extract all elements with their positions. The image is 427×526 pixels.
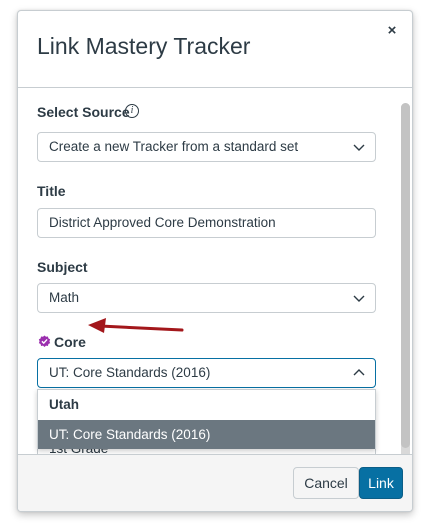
select-source-value: Create a new Tracker from a standard set	[49, 139, 299, 154]
select-source-select[interactable]: Create a new Tracker from a standard set	[37, 132, 376, 162]
subject-label: Subject	[37, 259, 88, 275]
scrollbar-thumb[interactable]	[401, 103, 410, 448]
select-source-label: Select Source	[37, 104, 130, 120]
title-input[interactable]: District Approved Core Demonstration	[37, 208, 376, 238]
link-button[interactable]: Link	[359, 467, 403, 499]
modal-footer: Cancel Link	[18, 454, 412, 511]
subject-select[interactable]: Math	[37, 283, 376, 313]
modal-header: Link Mastery Tracker ×	[18, 11, 412, 88]
core-label: Core	[54, 334, 86, 350]
chevron-up-icon	[353, 369, 365, 376]
info-icon[interactable]: i	[125, 104, 139, 118]
chevron-down-icon	[353, 144, 365, 151]
close-icon[interactable]: ×	[382, 21, 402, 41]
dropdown-group-label: Utah	[49, 397, 79, 412]
core-dropdown-menu: Utah UT: Core Standards (2016)	[37, 389, 376, 449]
core-value: UT: Core Standards (2016)	[49, 365, 211, 380]
modal-title: Link Mastery Tracker	[37, 33, 251, 59]
title-label: Title	[37, 183, 66, 199]
title-input-value: District Approved Core Demonstration	[49, 215, 276, 230]
annotation-arrow-icon	[88, 318, 184, 333]
cancel-button[interactable]: Cancel	[293, 467, 359, 499]
core-select[interactable]: UT: Core Standards (2016)	[37, 358, 376, 388]
dropdown-option-selected[interactable]: UT: Core Standards (2016)	[38, 420, 375, 449]
modal-body: Select Source i Create a new Tracker fro…	[18, 88, 412, 454]
subject-value: Math	[49, 290, 80, 305]
chevron-down-icon	[353, 295, 365, 302]
verified-badge-icon	[38, 335, 51, 347]
link-mastery-tracker-modal: Link Mastery Tracker × Select Source i C…	[17, 10, 413, 512]
